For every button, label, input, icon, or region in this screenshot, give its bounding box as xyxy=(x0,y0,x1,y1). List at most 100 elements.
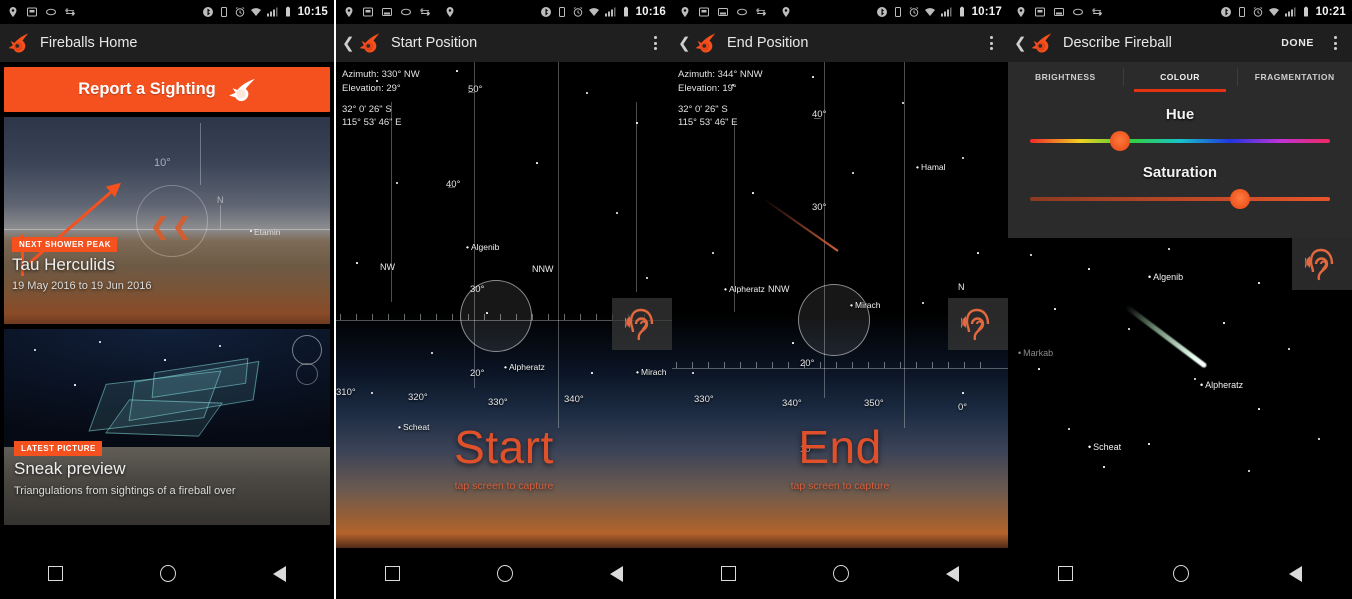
usb-icon xyxy=(1072,8,1084,16)
status-time: 10:16 xyxy=(635,6,666,18)
azimuth-tick-label: 350° xyxy=(864,398,884,409)
tab-colour[interactable]: COLOUR xyxy=(1122,62,1238,92)
azimuth-gridline xyxy=(558,62,559,428)
compass-label-nnw: NNW xyxy=(532,264,554,274)
location-icon xyxy=(345,7,353,17)
sky-capture-view[interactable]: Azimuth: 330° NW Elevation: 29° 32° 0' 2… xyxy=(336,62,672,548)
back-triangle-icon[interactable] xyxy=(946,565,960,582)
action-bar: ❮ Describe Fireball DONE xyxy=(1008,24,1352,62)
position-readout: Azimuth: 344° NNW Elevation: 19° 32° 0' … xyxy=(678,68,763,130)
done-button[interactable]: DONE xyxy=(1281,37,1314,49)
sd-card-icon xyxy=(363,7,373,17)
fireball-icon xyxy=(228,78,255,101)
north-label: N xyxy=(217,195,224,205)
back-chevron-icon[interactable]: ❮ xyxy=(342,36,355,51)
capture-action[interactable]: Start tap screen to capture xyxy=(336,424,672,492)
recents-square-icon[interactable] xyxy=(1058,566,1073,581)
tab-label: FRAGMENTATION xyxy=(1254,72,1335,82)
location-icon xyxy=(782,7,790,17)
status-left-icons xyxy=(672,6,792,18)
sky-capture-view[interactable]: Azimuth: 344° NNW Elevation: 19° 32° 0' … xyxy=(672,62,1008,548)
latitude-readout: 32° 0' 26" S xyxy=(342,103,392,115)
capture-action[interactable]: End tap screen to capture xyxy=(672,424,1008,492)
back-chevron-icon[interactable]: ❮ xyxy=(1014,36,1027,51)
saturation-thumb[interactable] xyxy=(1230,189,1250,209)
status-left-icons xyxy=(0,6,76,18)
star-label-markab: Markab xyxy=(1018,348,1053,358)
card-latest-picture[interactable]: LATEST PICTURE Sneak preview Triangulati… xyxy=(4,329,330,525)
bluetooth-icon xyxy=(202,7,213,17)
vibrate-icon xyxy=(558,7,565,17)
home-circle-icon[interactable] xyxy=(159,565,176,582)
overflow-menu-icon[interactable] xyxy=(1328,36,1342,50)
azimuth-tick-label: 0° xyxy=(958,402,968,413)
star-dot xyxy=(164,359,166,361)
compass-dial xyxy=(292,335,322,365)
home-circle-icon[interactable] xyxy=(1173,565,1189,582)
home-circle-icon[interactable] xyxy=(832,565,849,582)
tab-label: BRIGHTNESS xyxy=(1034,72,1096,82)
status-right-icons: 10:15 xyxy=(202,0,328,24)
sound-ear-button[interactable] xyxy=(948,298,1008,350)
back-triangle-icon[interactable] xyxy=(1289,565,1302,582)
north-pointer xyxy=(220,205,221,229)
star-label-hamal: Hamal xyxy=(916,162,946,172)
card-next-shower-peak[interactable]: 10° ❮ ❮ N Etamin NEXT SHOWER PEAK Tau He… xyxy=(4,117,330,324)
back-triangle-icon[interactable] xyxy=(610,565,624,582)
fireball-logo-icon xyxy=(695,33,716,53)
wifi-icon xyxy=(924,8,935,16)
capture-label: End xyxy=(798,421,882,473)
page-title: End Position xyxy=(727,35,809,51)
recents-square-icon[interactable] xyxy=(48,566,64,581)
recents-square-icon[interactable] xyxy=(720,566,736,581)
battery-icon xyxy=(285,6,290,17)
fireball-logo-icon xyxy=(1031,33,1052,53)
action-bar: ❮ Start Position xyxy=(336,24,672,62)
elevation-readout: Elevation: 29° xyxy=(342,82,401,94)
star-label-mirach: Mirach xyxy=(636,367,667,377)
panel-start-position: 10:16 ❮ Start Position Azimuth: 330° NW … xyxy=(336,0,672,599)
compass-label-nnw: NNW xyxy=(768,284,790,294)
compass-dial-inner xyxy=(296,363,318,385)
hue-slider[interactable] xyxy=(1030,131,1330,151)
recents-square-icon[interactable] xyxy=(384,566,400,581)
elevation-label: 10° xyxy=(154,157,171,169)
tab-fragmentation[interactable]: FRAGMENTATION xyxy=(1237,62,1352,92)
trajectory-arrow xyxy=(29,187,116,264)
status-time: 10:17 xyxy=(971,6,1002,18)
star-dot xyxy=(34,349,36,351)
location-icon xyxy=(1017,7,1025,17)
aim-reticle xyxy=(798,284,870,356)
status-bar: 10:21 xyxy=(1008,0,1352,24)
screenshot-icon xyxy=(718,8,728,16)
sound-ear-button[interactable] xyxy=(612,298,672,350)
report-sighting-button[interactable]: Report a Sighting xyxy=(4,67,330,112)
fireball-preview[interactable]: Algenib Markab Alpheratz Scheat xyxy=(1008,238,1352,488)
star-dot xyxy=(219,345,221,347)
hue-label: Hue xyxy=(1165,106,1195,123)
capture-label: Start xyxy=(454,421,554,473)
overflow-menu-icon[interactable] xyxy=(648,36,662,50)
panel-end-position: 10:17 ❮ End Position Azimuth: 344° NNW E… xyxy=(672,0,1008,599)
star-dot xyxy=(250,230,252,232)
sound-ear-icon xyxy=(1305,248,1334,281)
back-triangle-icon[interactable] xyxy=(272,565,286,582)
elevation-ruler xyxy=(200,123,201,185)
back-chevron-icon[interactable]: ❮ xyxy=(678,36,691,51)
azimuth-readout: Azimuth: 344° NNW xyxy=(678,69,763,80)
tab-brightness[interactable]: BRIGHTNESS xyxy=(1008,62,1123,92)
status-time: 10:21 xyxy=(1315,6,1346,18)
sound-ear-button[interactable] xyxy=(1292,238,1352,290)
status-time: 10:15 xyxy=(297,6,328,18)
fireball-logo-icon xyxy=(359,33,380,53)
saturation-slider[interactable] xyxy=(1030,189,1330,209)
azimuth-tick-label: 340° xyxy=(782,398,802,409)
latitude-readout: 32° 0' 26" S xyxy=(678,103,728,115)
overflow-menu-icon[interactable] xyxy=(984,36,998,50)
home-circle-icon[interactable] xyxy=(496,565,513,582)
describe-tabs: BRIGHTNESS COLOUR FRAGMENTATION xyxy=(1008,62,1352,92)
hue-thumb[interactable] xyxy=(1110,131,1130,151)
colour-controls: Hue Saturation xyxy=(1008,92,1352,238)
signal-icon xyxy=(940,7,952,17)
status-right-icons: 10:17 xyxy=(876,0,1002,24)
